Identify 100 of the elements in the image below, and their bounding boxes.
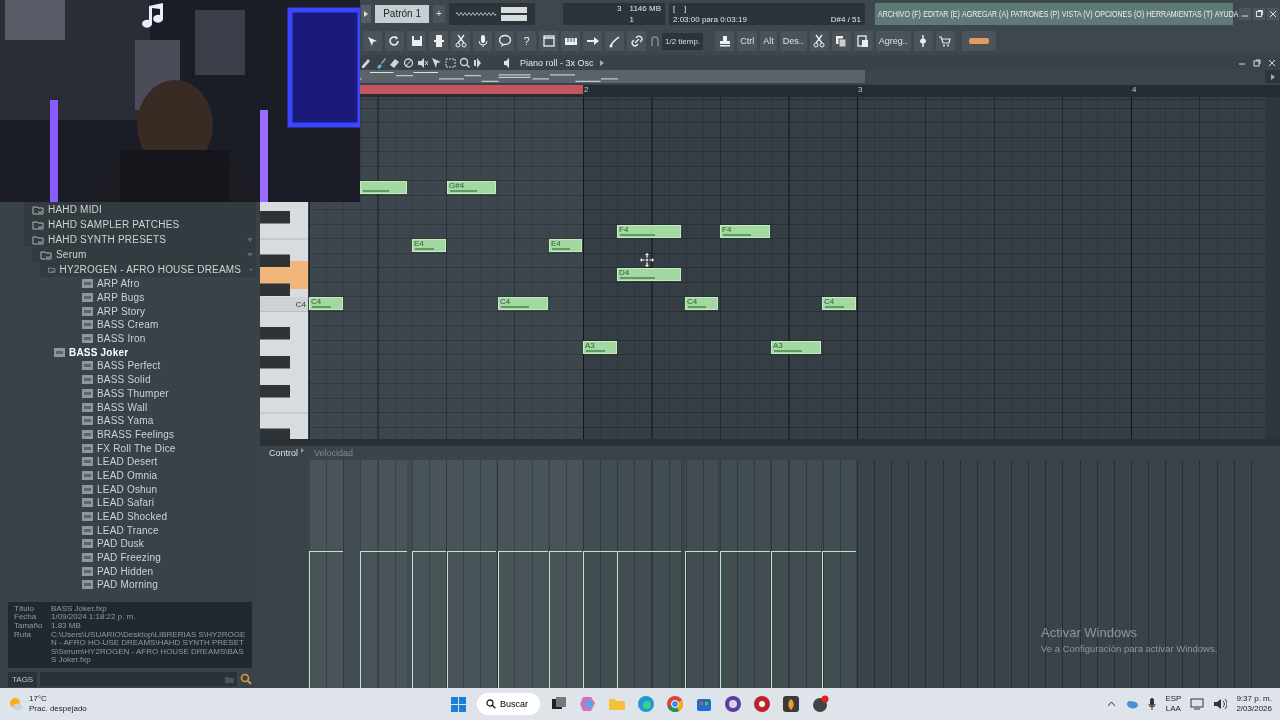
preset-item[interactable]: PAD Dusk <box>48 537 260 551</box>
microphone-button[interactable] <box>473 31 492 51</box>
start-button[interactable] <box>448 694 468 714</box>
note-block[interactable]: A3 <box>771 340 821 354</box>
microphone-icon[interactable] <box>1148 698 1157 710</box>
eraser-tool-icon[interactable] <box>389 56 400 69</box>
menu-item[interactable]: HERRAMIENTAS (T) <box>1146 8 1213 19</box>
note-block[interactable] <box>360 181 407 194</box>
note-grid[interactable]: C4 E4 G#4 C4 E4 A3 F4 D4 C4 F4 A3 C4 <box>308 97 1265 439</box>
right-arrow-button[interactable] <box>583 31 602 51</box>
link-button[interactable] <box>627 31 646 51</box>
scroll-right-button[interactable] <box>1265 70 1280 83</box>
tags-button[interactable]: TAGS <box>8 671 38 687</box>
keyboard-button[interactable] <box>561 31 580 51</box>
preset-item[interactable]: BASS Cream <box>48 318 260 332</box>
playback-tool-icon[interactable] <box>473 56 484 69</box>
add-pattern-button[interactable]: + <box>433 4 445 23</box>
note-block[interactable]: F4 <box>617 224 681 238</box>
preset-item[interactable]: LEAD Safari <box>48 496 260 510</box>
modifier-button[interactable]: Ctrl <box>737 31 758 51</box>
search-icon[interactable] <box>240 673 252 685</box>
note-block[interactable]: G#4 <box>447 181 496 194</box>
preset-item[interactable]: ARP Bugs <box>48 290 260 305</box>
chevron-right-icon[interactable] <box>599 59 604 66</box>
monitor-icon[interactable] <box>1190 698 1205 710</box>
horizontal-scrollbar[interactable] <box>260 439 1280 446</box>
note-block[interactable]: E4 <box>549 239 582 252</box>
preset-item[interactable]: BASS Yama <box>48 413 260 428</box>
piano-keyboard-drawing[interactable] <box>260 201 308 439</box>
save-button[interactable] <box>407 31 426 51</box>
restore-icon[interactable] <box>1253 58 1261 67</box>
preset-item[interactable]: BASS Perfect <box>48 359 260 373</box>
preset-item[interactable]: LEAD Desert <box>48 454 260 469</box>
menu-item[interactable]: OPCIONES (O) <box>1094 8 1145 19</box>
preset-item[interactable]: PAD Morning <box>48 578 260 592</box>
folder-item[interactable]: Serum <box>32 247 256 262</box>
color-button[interactable] <box>961 31 996 51</box>
preset-item[interactable]: LEAD Trance <box>48 523 260 538</box>
cart-button[interactable] <box>935 31 955 51</box>
scissors-button[interactable] <box>809 31 829 51</box>
pointer-arrow-button[interactable] <box>363 31 382 51</box>
preset-item[interactable]: BASS Joker <box>48 345 260 360</box>
slip-tool-icon[interactable] <box>431 56 442 69</box>
folder-item[interactable]: HAHD MIDI <box>24 202 256 217</box>
restore-button[interactable] <box>1253 7 1265 20</box>
help-button[interactable]: ? <box>517 31 536 51</box>
preset-item[interactable]: PAD Freezing <box>48 550 260 565</box>
note-block[interactable]: E4 <box>412 239 446 252</box>
scissors-button[interactable] <box>451 31 470 51</box>
add-button[interactable]: Agreg.. <box>875 31 911 51</box>
note-block[interactable]: A3 <box>583 340 617 354</box>
note-block[interactable]: D4 <box>617 268 681 281</box>
note-block[interactable]: C4 <box>309 297 343 310</box>
select-tool-icon[interactable] <box>445 56 456 69</box>
preset-item[interactable]: BASS Solid <box>48 372 260 387</box>
preset-item[interactable]: LEAD Oshun <box>48 482 260 496</box>
modifier-button[interactable]: Des.. <box>779 31 807 51</box>
menu-item[interactable]: ARCHIVO (F) <box>878 8 921 19</box>
snap-selector[interactable]: 1/2 tiemp. <box>662 32 704 50</box>
modifier-button[interactable]: Alt <box>760 31 777 51</box>
note-block[interactable]: C4 <box>822 297 856 310</box>
pattern-arrow-button[interactable] <box>361 4 371 23</box>
search-field[interactable]: Buscar <box>477 693 540 715</box>
menu-item[interactable]: PATRONES (P) <box>1010 8 1060 19</box>
preset-item[interactable]: LEAD Shocked <box>48 509 260 524</box>
copy-button[interactable] <box>831 31 851 51</box>
mute-tool-icon[interactable] <box>417 56 428 69</box>
menu-item[interactable]: AGREGAR (A) <box>962 8 1009 19</box>
note-block[interactable]: C4 <box>498 297 548 310</box>
chevron-up-icon[interactable] <box>1107 701 1117 707</box>
speaker-icon[interactable] <box>1213 698 1228 710</box>
note-block[interactable]: C4 <box>685 297 718 310</box>
stamp-button[interactable] <box>715 31 735 51</box>
window-button[interactable] <box>539 31 558 51</box>
preset-item[interactable]: BASS Iron <box>48 331 260 346</box>
menu-item[interactable]: AYUDA <box>1214 8 1239 19</box>
plug-button[interactable] <box>429 31 448 51</box>
cloud-icon[interactable] <box>1125 699 1140 709</box>
folder-item[interactable]: HAHD SYNTH PRESETS <box>24 232 256 247</box>
note-block[interactable]: F4 <box>720 224 770 238</box>
taskbar-app[interactable] <box>752 694 772 714</box>
slider-pin-button[interactable] <box>913 31 933 51</box>
menu-item[interactable]: VISTA (V) <box>1061 8 1093 19</box>
paste-button[interactable] <box>853 31 873 51</box>
clock[interactable]: 9:37 p. m. 2/03/2026 <box>1236 694 1272 714</box>
tags-field[interactable] <box>40 672 237 686</box>
speech-bubble-button[interactable] <box>495 31 514 51</box>
preset-item[interactable]: BRASS Feelings <box>48 427 260 442</box>
brush-tool-icon[interactable] <box>375 56 386 69</box>
zoom-tool-icon[interactable] <box>459 56 470 69</box>
preset-item[interactable]: BASS Thumper <box>48 386 260 401</box>
preset-item[interactable]: LEAD Omnia <box>48 468 260 483</box>
preset-item[interactable]: ARP Afro <box>48 277 260 291</box>
folder-item[interactable]: HAHD SAMPLER PATCHES <box>24 217 256 232</box>
language-indicator[interactable]: ESP LAA <box>1165 694 1182 714</box>
pattern-selector[interactable]: Patrón 1 <box>375 4 429 23</box>
close-button[interactable] <box>1267 7 1279 20</box>
close-icon[interactable] <box>1268 58 1276 67</box>
taskbar-app[interactable] <box>723 694 743 714</box>
minimize-button[interactable] <box>1239 7 1251 20</box>
